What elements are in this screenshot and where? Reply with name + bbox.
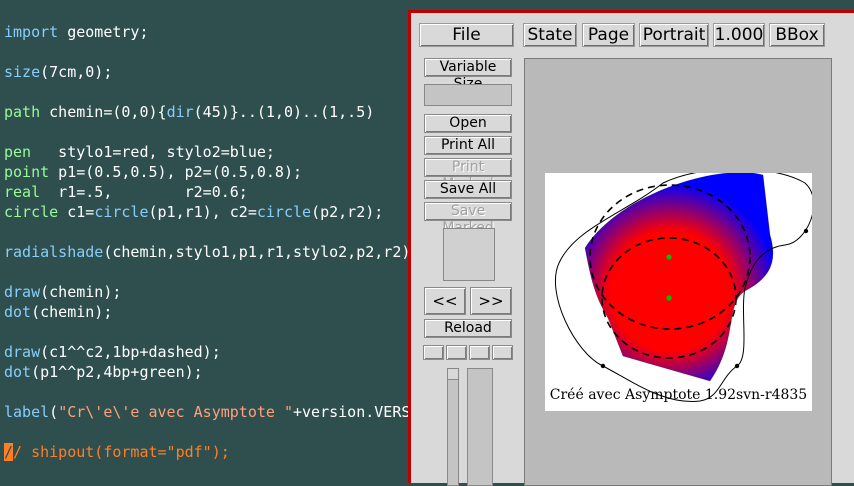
code-line[interactable]: circle c1=circle(p1,r1), c2=circle(p2,r2… xyxy=(4,202,383,222)
code-line[interactable]: size(7cm,0); xyxy=(4,62,112,82)
code-token: import xyxy=(4,23,59,41)
code-line[interactable]: dot(p1^^p2,4bp+green); xyxy=(4,362,203,382)
mark-button-3[interactable] xyxy=(469,345,490,360)
code-line[interactable]: path chemin=(0,0){dir(45)}..(1,0)..(1,.5… xyxy=(4,102,374,122)
code-token: r1=.5, r2=0.6; xyxy=(40,183,248,201)
orientation-button[interactable]: Portrait xyxy=(639,23,709,47)
save-marked-button[interactable]: Save Marked xyxy=(424,202,512,236)
code-line[interactable]: import geometry; xyxy=(4,22,149,42)
code-token: chemin=(0,0){ xyxy=(40,103,167,121)
code-token: circle xyxy=(4,203,59,221)
code-line[interactable]: label("Cr\'e\'e avec Asymptote "+version… xyxy=(4,402,410,422)
code-token: draw xyxy=(4,343,41,361)
code-token: (chemin,stylo1,p1,r1,stylo2,p2,r2); xyxy=(103,243,410,261)
code-line[interactable]: dot(chemin); xyxy=(4,302,112,322)
print-all-button[interactable]: Print All xyxy=(424,136,512,155)
figure-drawing xyxy=(554,168,815,402)
vertical-scrollbar[interactable] xyxy=(447,368,459,486)
code-token: (chemin); xyxy=(40,283,122,301)
prev-page-button[interactable]: << xyxy=(424,287,466,315)
code-line[interactable]: draw(chemin); xyxy=(4,282,121,302)
code-token: circle xyxy=(94,203,149,221)
mark-button-1[interactable] xyxy=(423,345,444,360)
code-line[interactable]: draw(c1^^c2,1bp+dashed); xyxy=(4,342,221,362)
code-token: size xyxy=(4,63,41,81)
figure-caption: Créé avec Asymptote 1.92svn-r4835 xyxy=(549,387,808,403)
code-token: +version.VERSION, xyxy=(293,403,410,421)
code-line[interactable]: // shipout(format="pdf"); xyxy=(4,442,230,462)
gv-viewer-window: File State Page Portrait 1.000 BBox Vari… xyxy=(408,10,854,486)
open-button[interactable]: Open xyxy=(424,114,512,133)
code-token: dir xyxy=(166,103,194,121)
rendered-figure: Créé avec Asymptote 1.92svn-r4835 xyxy=(545,168,815,411)
code-token: (p1,r1), c2= xyxy=(148,203,257,221)
point-p2 xyxy=(666,254,672,260)
file-menu-button[interactable]: File xyxy=(419,23,514,47)
radial-shade xyxy=(585,173,773,381)
page-size-field xyxy=(424,84,512,106)
document-canvas[interactable]: Créé avec Asymptote 1.92svn-r4835 xyxy=(524,58,832,486)
variable-size-button[interactable]: Variable Size xyxy=(424,58,512,92)
code-token: path xyxy=(4,103,41,121)
code-token: dot xyxy=(4,303,32,321)
code-token: point xyxy=(4,163,50,181)
next-page-button[interactable]: >> xyxy=(470,287,512,315)
code-line[interactable]: point p1=(0.5,0.5), p2=(0.5,0.8); xyxy=(4,162,302,182)
panner-area[interactable] xyxy=(467,368,493,486)
save-all-button[interactable]: Save All xyxy=(424,180,512,199)
code-token: dot xyxy=(4,363,32,381)
code-token: stylo1=red, stylo2=blue; xyxy=(31,143,275,161)
code-token: ( xyxy=(49,403,59,421)
code-token: (p1^^p2,4bp+green); xyxy=(31,363,203,381)
code-token: c1= xyxy=(58,203,95,221)
code-token: (p2,r2); xyxy=(311,203,384,221)
reload-button[interactable]: Reload xyxy=(424,319,512,338)
code-token: label xyxy=(4,403,50,421)
mark-button-4[interactable] xyxy=(492,345,513,360)
code-token: (c1^^c2,1bp+dashed); xyxy=(40,343,221,361)
code-token: circle xyxy=(256,203,312,221)
code-editor[interactable]: import geometry; size(7cm,0); path chemin=… xyxy=(0,0,410,483)
code-token: / shipout(format="pdf"); xyxy=(13,443,230,461)
code-token: pen xyxy=(4,143,32,161)
code-line[interactable]: pen stylo1=red, stylo2=blue; xyxy=(4,142,275,162)
code-token: (45)}..(1,0)..(1,.5) xyxy=(193,103,375,121)
code-token: draw xyxy=(4,283,41,301)
state-menu-button[interactable]: State xyxy=(523,23,577,47)
point-p1 xyxy=(666,295,672,301)
code-token: "Cr\'e\'e avec Asymptote " xyxy=(58,403,293,421)
code-token: real xyxy=(4,183,41,201)
mark-button-2[interactable] xyxy=(446,345,467,360)
code-token: (chemin); xyxy=(31,303,113,321)
page-list-box[interactable] xyxy=(443,228,495,281)
scroll-thumb[interactable] xyxy=(448,369,458,380)
page-menu-button[interactable]: Page xyxy=(582,23,635,47)
zoom-button[interactable]: 1.000 xyxy=(713,23,765,47)
code-line[interactable]: real r1=.5, r2=0.6; xyxy=(4,182,248,202)
code-token: geometry; xyxy=(58,23,149,41)
code-token: (7cm,0); xyxy=(40,63,113,81)
print-marked-button[interactable]: Print Marked xyxy=(424,158,512,192)
bbox-button[interactable]: BBox xyxy=(769,23,825,47)
code-line[interactable]: radialshade(chemin,stylo1,p1,r1,stylo2,p… xyxy=(4,242,410,262)
code-token: radialshade xyxy=(4,243,104,261)
code-token: p1=(0.5,0.5), p2=(0.5,0.8); xyxy=(49,163,303,181)
text-cursor: / xyxy=(4,443,14,461)
